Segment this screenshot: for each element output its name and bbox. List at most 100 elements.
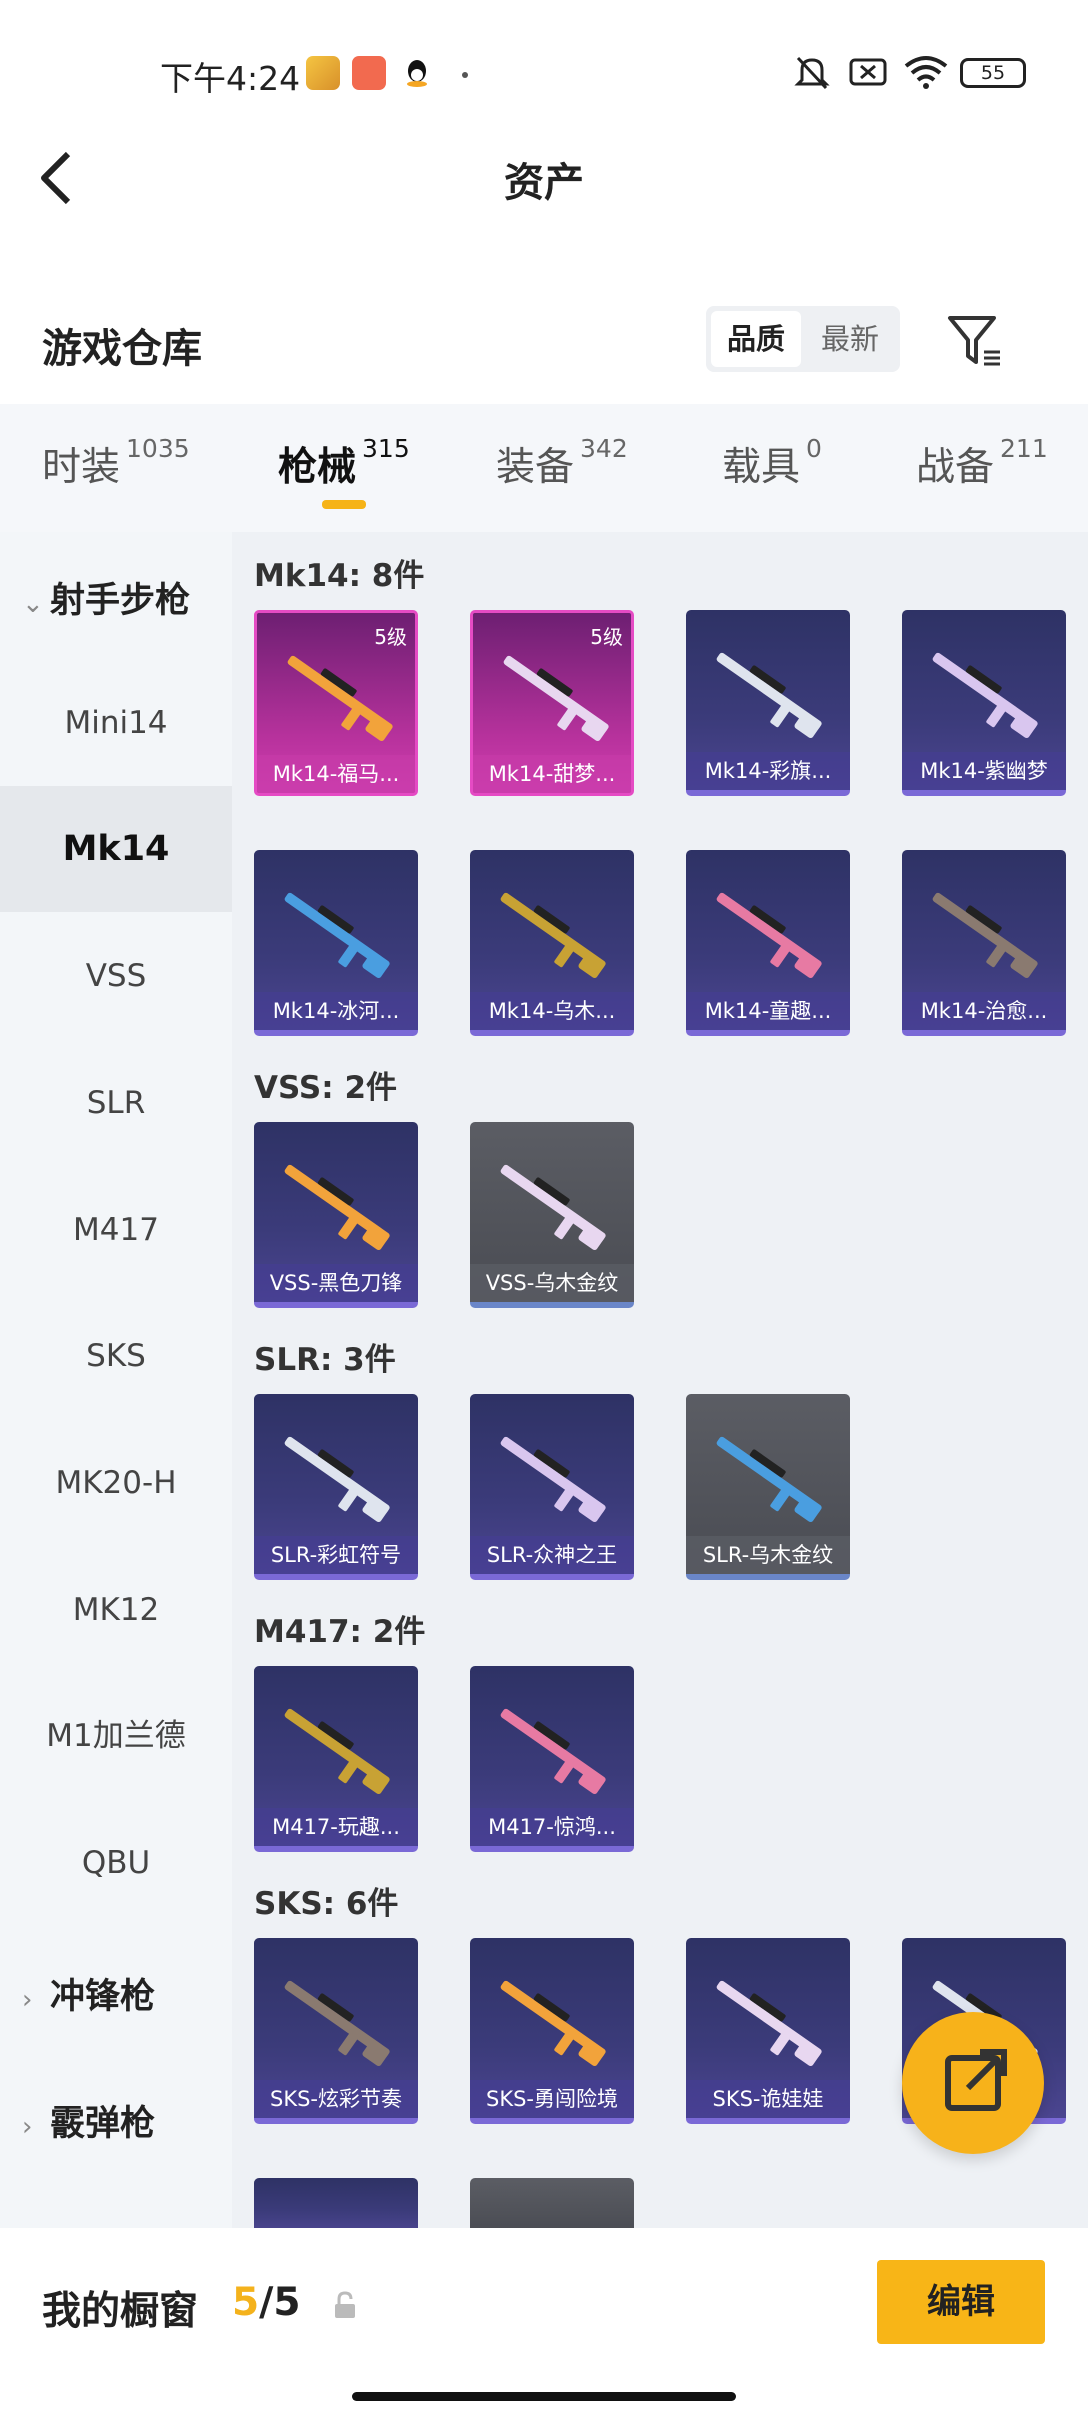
sidebar-item-m1-garand[interactable]: M1加兰德	[0, 1673, 232, 1799]
weapon-skin-image	[484, 1966, 620, 2076]
weapon-card[interactable]: Mk14-治愈...	[902, 850, 1066, 1036]
sidebar-item-slr[interactable]: SLR	[0, 1040, 232, 1166]
sort-segmented-control: 品质 最新	[706, 306, 900, 372]
home-indicator[interactable]	[352, 2392, 736, 2401]
dot-icon	[462, 72, 468, 78]
weapon-name: Mk14-福马...	[257, 755, 415, 793]
section-title: Mk14: 8件	[254, 558, 425, 594]
wifi-icon	[902, 54, 950, 90]
sidebar-category-shotgun[interactable]: › 霰弹枪	[22, 2095, 155, 2146]
mute-icon	[792, 54, 832, 90]
sidebar-item-m417[interactable]: M417	[0, 1167, 232, 1293]
weapon-name: Mk14-冰河...	[254, 992, 418, 1030]
sidebar-item-vss[interactable]: VSS	[0, 913, 232, 1039]
weapon-skin-image	[916, 638, 1052, 748]
sidebar-item-sks[interactable]: SKS	[0, 1293, 232, 1419]
weapon-card[interactable]: M417-玩趣...	[254, 1666, 418, 1852]
weapon-card[interactable]: M417-惊鸿...	[470, 1666, 634, 1852]
sort-quality-button[interactable]: 品质	[711, 311, 801, 367]
section-title: M417: 2件	[254, 1614, 426, 1650]
sidebar-category-dmr[interactable]: ⌄ 射手步枪	[22, 572, 190, 623]
weapon-name: VSS-黑色刀锋	[254, 1264, 418, 1302]
weapon-skin-image	[700, 878, 836, 988]
weapon-card[interactable]: SLR-众神之王	[470, 1394, 634, 1580]
weapon-card[interactable]: SLR-乌木金纹	[686, 1394, 850, 1580]
sidebar-item-mk20h[interactable]: MK20-H	[0, 1420, 232, 1546]
no-sim-icon	[848, 54, 888, 90]
weapon-card[interactable]: SKS-诡娃娃	[686, 1938, 850, 2124]
battery-icon: 55	[960, 58, 1026, 88]
weapon-skin-image	[484, 1422, 620, 1532]
weapon-skin-image	[484, 1694, 620, 1804]
weapon-name: M417-玩趣...	[254, 1808, 418, 1846]
weapon-card[interactable]: 5级 Mk14-甜梦...	[470, 610, 634, 796]
weapon-skin-image	[700, 638, 836, 748]
weapon-skin-image	[271, 641, 407, 751]
section-title: VSS: 2件	[254, 1070, 398, 1106]
weapon-skin-image	[700, 1422, 836, 1532]
weapon-skin-image	[700, 1966, 836, 2076]
chevron-right-icon: ›	[22, 2112, 33, 2142]
share-button[interactable]	[902, 2012, 1044, 2154]
sidebar-item-mk12[interactable]: MK12	[0, 1547, 232, 1673]
qq-icon	[400, 56, 434, 90]
weapon-card[interactable]: SKS-炫彩节奏	[254, 1938, 418, 2124]
weapon-skin-image	[916, 878, 1052, 988]
weapon-card[interactable]: SKS-勇闯险境	[470, 1938, 634, 2124]
sidebar-item-mini14[interactable]: Mini14	[0, 660, 232, 786]
weapon-skin-image	[268, 1150, 404, 1260]
weapon-card[interactable]: Mk14-童趣...	[686, 850, 850, 1036]
lock-icon	[332, 2290, 358, 2320]
showcase-label: 我的橱窗	[42, 2289, 199, 2334]
weapon-card[interactable]: Mk14-冰河...	[254, 850, 418, 1036]
weapon-name: SKS-勇闯险境	[470, 2080, 634, 2118]
level-badge: 5级	[590, 625, 623, 649]
sort-newest-button[interactable]: 最新	[805, 311, 895, 367]
weapon-skin-image	[484, 878, 620, 988]
weapon-card[interactable]: Mk14-紫幽梦	[902, 610, 1066, 796]
weapon-name: VSS-乌木金纹	[470, 1264, 634, 1302]
weapon-card[interactable]: SLR-彩虹符号	[254, 1394, 418, 1580]
level-badge: 5级	[374, 625, 407, 649]
battery-level: 55	[980, 62, 1006, 84]
weapon-name: Mk14-治愈...	[902, 992, 1066, 1030]
app-notification-icon	[352, 56, 386, 90]
page-title: 资产	[504, 160, 584, 206]
active-tab-indicator	[322, 500, 366, 509]
sidebar-item-qbu[interactable]: QBU	[0, 1800, 232, 1926]
weapon-skin-image	[268, 1694, 404, 1804]
weapon-skin-image	[268, 1422, 404, 1532]
weapon-name: Mk14-紫幽梦	[902, 752, 1066, 790]
sidebar-item-mk14[interactable]: Mk14	[0, 786, 232, 912]
warehouse-title: 游戏仓库	[42, 326, 202, 372]
weapon-card[interactable]: Mk14-彩旗...	[686, 610, 850, 796]
weapon-card[interactable]: VSS-黑色刀锋	[254, 1122, 418, 1308]
tab-equipment[interactable]: 装备 342	[496, 434, 628, 492]
tab-supplies[interactable]: 战备 211	[916, 434, 1048, 492]
weapon-name: SLR-乌木金纹	[686, 1536, 850, 1574]
sidebar-category-smg[interactable]: › 冲锋枪	[22, 1968, 155, 2019]
tab-vehicles[interactable]: 载具 0	[722, 434, 822, 492]
tab-guns[interactable]: 枪械 315	[278, 434, 410, 492]
weapon-card[interactable]: Mk14-乌木...	[470, 850, 634, 1036]
app-notification-icon	[306, 56, 340, 90]
tab-fashion[interactable]: 时装 1035	[42, 434, 190, 492]
chevron-down-icon: ⌄	[22, 589, 44, 619]
weapon-name: SKS-炫彩节奏	[254, 2080, 418, 2118]
weapon-name: Mk14-彩旗...	[686, 752, 850, 790]
section-title: SLR: 3件	[254, 1342, 396, 1378]
edit-button[interactable]: 编辑	[877, 2260, 1045, 2344]
weapon-name: M417-惊鸿...	[470, 1808, 634, 1846]
filter-icon[interactable]	[946, 312, 1004, 370]
section-title: SKS: 6件	[254, 1886, 399, 1922]
weapon-name: Mk14-甜梦...	[473, 755, 631, 793]
weapon-name: SLR-众神之王	[470, 1536, 634, 1574]
weapon-skin-image	[484, 1150, 620, 1260]
weapon-skin-image	[268, 1966, 404, 2076]
weapon-skin-image	[487, 641, 623, 751]
weapon-name: SLR-彩虹符号	[254, 1536, 418, 1574]
weapon-card[interactable]: VSS-乌木金纹	[470, 1122, 634, 1308]
share-icon	[945, 2049, 1007, 2111]
weapon-card[interactable]: 5级 Mk14-福马...	[254, 610, 418, 796]
weapon-name: SKS-诡娃娃	[686, 2080, 850, 2118]
